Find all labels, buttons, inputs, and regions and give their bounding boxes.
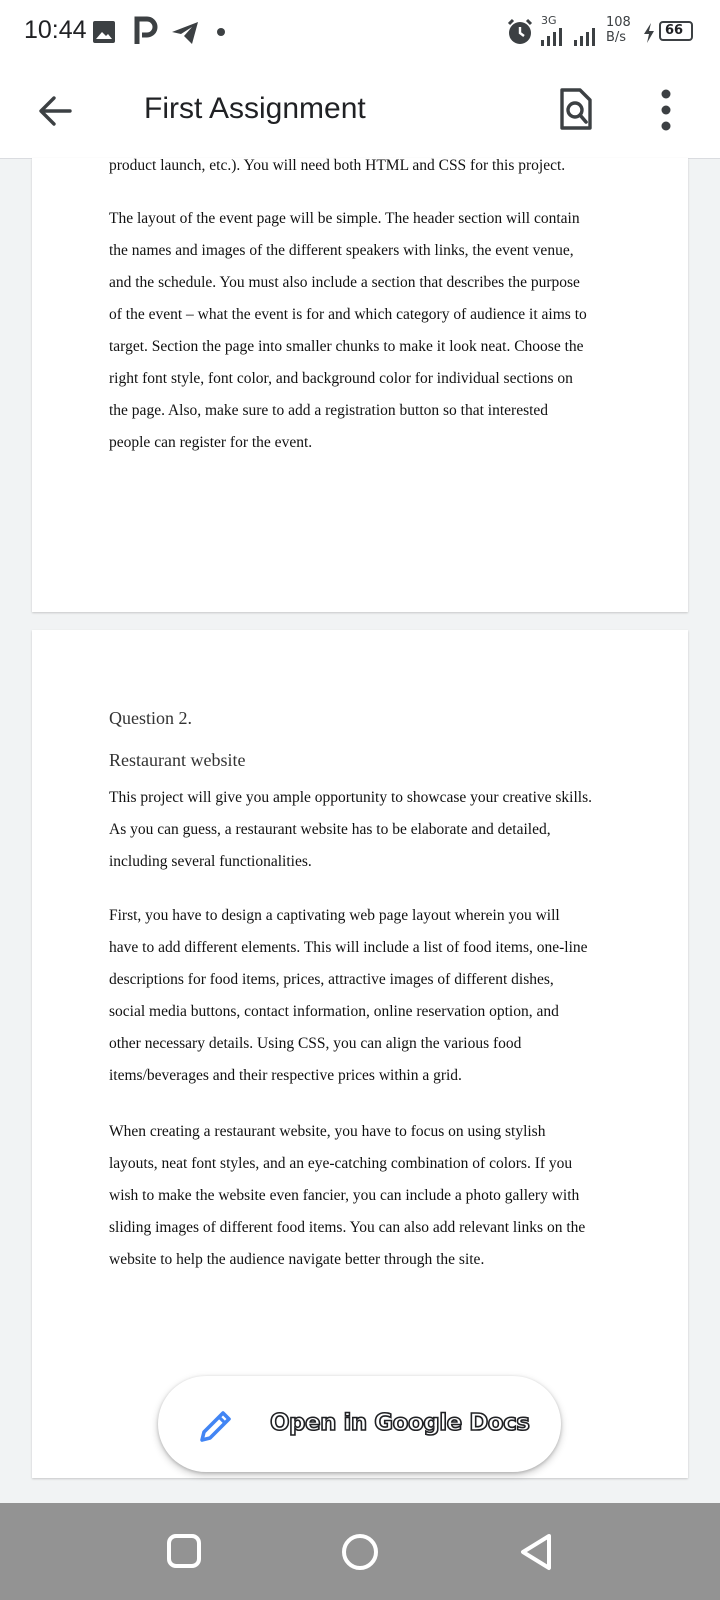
document-title: First Assignment xyxy=(144,92,366,125)
alarm-icon xyxy=(507,18,533,44)
recents-square-icon[interactable] xyxy=(166,1533,202,1569)
back-arrow-icon[interactable] xyxy=(36,91,76,131)
text-line: descriptions for food items, prices, att… xyxy=(109,971,554,988)
text-line: layouts, neat font styles, and an eye-ca… xyxy=(109,1155,573,1172)
gallery-icon xyxy=(93,21,115,43)
text-line: sliding images of different food items. … xyxy=(109,1219,586,1236)
text-line: website to help the audience navigate be… xyxy=(109,1251,485,1268)
text-line: First, you have to design a captivating … xyxy=(109,907,560,924)
text-line: social media buttons, contact informatio… xyxy=(109,1003,559,1020)
text-line: When creating a restaurant website, you … xyxy=(109,1123,546,1140)
text-line: target. Section the page into smaller ch… xyxy=(109,338,584,355)
net-speed-value: 108 xyxy=(606,15,631,30)
p-app-icon xyxy=(134,16,158,44)
text-line: This project will give you ample opportu… xyxy=(109,789,592,806)
open-in-google-docs-button[interactable]: Open in Google Docs xyxy=(158,1376,561,1472)
app-bar: First Assignment xyxy=(0,64,720,159)
text-line: and the schedule. You must also include … xyxy=(109,274,580,291)
fab-label: Open in Google Docs xyxy=(269,1409,531,1437)
more-vert-icon[interactable] xyxy=(658,88,674,132)
find-in-page-icon[interactable] xyxy=(558,86,594,132)
text-line: As you can guess, a restaurant website h… xyxy=(109,821,551,838)
question-heading: Restaurant website xyxy=(109,750,246,770)
document-page-2: Question 2. Restaurant website This proj… xyxy=(32,630,688,1478)
back-triangle-icon[interactable] xyxy=(518,1532,554,1572)
system-nav-bar xyxy=(0,1503,720,1600)
page1-paragraph-b: The layout of the event page will be sim… xyxy=(109,203,629,459)
page2-paragraph-1: This project will give you ample opportu… xyxy=(109,782,629,878)
page2-paragraph-2: First, you have to design a captivating … xyxy=(109,900,629,1092)
battery-level: 66 xyxy=(665,23,684,38)
dot-icon xyxy=(217,28,225,36)
document-page-1: product launch, etc.). You will need bot… xyxy=(32,157,688,612)
status-time: 10:44 xyxy=(24,16,87,44)
question-number: Question 2. xyxy=(109,708,192,728)
pencil-icon xyxy=(200,1411,231,1442)
text-line: have to add different elements. This wil… xyxy=(109,939,588,956)
text-line: the names and images of the different sp… xyxy=(109,242,574,259)
text-line: wish to make the website even fancier, y… xyxy=(109,1187,580,1204)
home-circle-icon[interactable] xyxy=(340,1532,380,1572)
charging-icon xyxy=(644,23,654,43)
page2-paragraph-3: When creating a restaurant website, you … xyxy=(109,1116,629,1276)
text-line: including several functionalities. xyxy=(109,853,312,870)
text-line: other necessary details. Using CSS, you … xyxy=(109,1035,522,1052)
signal-icon-2 xyxy=(574,28,595,46)
net-speed-unit: B/s xyxy=(606,30,627,45)
signal-icon xyxy=(541,28,562,46)
telegram-icon xyxy=(172,22,198,44)
page1-paragraph-a: product launch, etc.). You will need bot… xyxy=(109,150,629,182)
text-line: items/beverages and their respective pri… xyxy=(109,1067,462,1084)
text-line: The layout of the event page will be sim… xyxy=(109,210,580,227)
text-line: right font style, font color, and backgr… xyxy=(109,370,573,387)
text-line: people can register for the event. xyxy=(109,434,313,451)
text-line: product launch, etc.). You will need bot… xyxy=(109,157,566,174)
status-bar: 10:44 3G 108 B/s 66 xyxy=(0,0,720,64)
text-line: the page. Also, make sure to add a regis… xyxy=(109,402,549,419)
battery-icon: 66 xyxy=(659,21,693,41)
text-line: of the event – what the event is for and… xyxy=(109,306,587,323)
